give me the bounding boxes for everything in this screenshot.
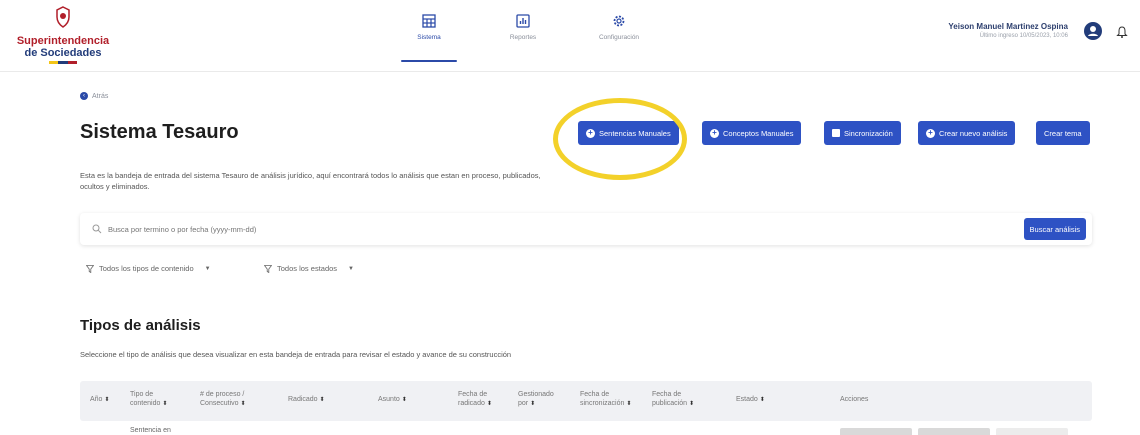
brand-line-1: Superintendencia xyxy=(16,35,110,47)
col-fecha-publicacion[interactable]: Fecha de publicación ⬍ xyxy=(652,390,694,409)
col-label: Año xyxy=(90,396,103,403)
bell-icon[interactable] xyxy=(1115,25,1129,39)
back-link[interactable]: ‹ Atrás xyxy=(80,92,108,100)
col-label: Gestionado xyxy=(518,391,554,398)
button-label: Crear tema xyxy=(1044,128,1082,138)
nav-label: Sistema xyxy=(417,34,441,41)
conceptos-manuales-button[interactable]: + Conceptos Manuales xyxy=(702,121,802,145)
col-anio[interactable]: Año ⬍ xyxy=(90,395,109,405)
col-label: Estado xyxy=(736,396,758,403)
button-label: Sentencias Manuales xyxy=(599,128,671,138)
col-estado[interactable]: Estado ⬍ xyxy=(736,395,765,405)
button-label: Conceptos Manuales xyxy=(723,128,794,138)
col-radicado[interactable]: Radicado ⬍ xyxy=(288,395,325,405)
search-bar: Buscar análisis xyxy=(80,213,1092,245)
col-label: Consecutivo xyxy=(200,400,239,407)
nav-configuracion[interactable]: Configuración xyxy=(584,14,654,41)
nav-sistema[interactable]: Sistema xyxy=(394,14,464,62)
crear-tema-button[interactable]: Crear tema xyxy=(1036,121,1090,145)
row-action-button[interactable] xyxy=(840,428,912,435)
section-title: Tipos de análisis xyxy=(80,317,201,334)
button-label: Sincronización xyxy=(844,128,893,138)
filter-label: Todos los tipos de contenido xyxy=(99,264,194,273)
filter-content-types[interactable]: Todos los tipos de contenido ▼ xyxy=(86,264,211,273)
sort-icon: ⬍ xyxy=(104,397,110,403)
col-fecha-radicado[interactable]: Fecha de radicado ⬍ xyxy=(458,390,492,409)
section-description: Seleccione el tipo de análisis que desea… xyxy=(80,350,512,359)
filter-icon xyxy=(86,264,94,273)
sort-icon: ⬍ xyxy=(486,401,492,407)
col-tipo[interactable]: Tipo de contenido ⬍ xyxy=(130,390,167,409)
col-gestionado[interactable]: Gestionado por ⬍ xyxy=(518,390,554,409)
col-label: contenido xyxy=(130,400,161,407)
col-label: Tipo de xyxy=(130,391,154,398)
sort-icon: ⬍ xyxy=(319,397,325,403)
back-arrow-icon: ‹ xyxy=(80,92,88,100)
buscar-analisis-button[interactable]: Buscar análisis xyxy=(1023,218,1086,240)
search-input[interactable] xyxy=(108,224,808,234)
filter-icon xyxy=(264,264,272,273)
row-action-button[interactable] xyxy=(996,428,1068,435)
sincronizacion-button[interactable]: Sincronización xyxy=(824,121,901,145)
col-label: Asunto xyxy=(378,396,400,403)
flag-stripe xyxy=(49,61,77,64)
sort-icon: ⬍ xyxy=(688,401,695,407)
crear-analisis-button[interactable]: + Crear nuevo análisis xyxy=(918,121,1016,145)
top-header: Superintendencia de Sociedades Sistema R… xyxy=(0,0,1140,72)
user-name: Yeison Manuel Martinez Ospina xyxy=(948,22,1068,31)
row-action-button[interactable] xyxy=(918,428,990,435)
filter-states[interactable]: Todos los estados ▼ xyxy=(264,264,354,273)
plus-icon: + xyxy=(586,128,595,138)
sort-icon: ⬍ xyxy=(162,401,168,407)
sort-icon: ⬍ xyxy=(530,401,536,407)
plus-icon: + xyxy=(926,128,935,138)
col-label: # de proceso / xyxy=(200,391,245,398)
gear-icon xyxy=(613,15,625,27)
col-acciones: Acciones xyxy=(840,395,868,404)
sort-icon: ⬍ xyxy=(759,397,765,403)
col-label: por xyxy=(518,400,529,407)
nav-label: Reportes xyxy=(509,34,537,41)
col-label: Fecha de xyxy=(580,391,610,398)
page-title: Sistema Tesauro xyxy=(80,121,239,143)
sort-icon: ⬍ xyxy=(626,401,632,407)
col-proceso[interactable]: # de proceso / Consecutivo ⬍ xyxy=(200,390,246,409)
col-label: Fecha de xyxy=(652,391,682,398)
col-asunto[interactable]: Asunto ⬍ xyxy=(378,395,407,405)
plus-icon: + xyxy=(710,128,719,138)
chevron-down-icon: ▼ xyxy=(204,265,211,272)
table-header: Año ⬍ Tipo de contenido ⬍ # de proceso / C… xyxy=(80,381,1092,421)
last-login: Último ingreso 10/05/2023, 10:06 xyxy=(979,33,1068,39)
search-icon xyxy=(92,224,102,234)
brand-line-2: de Sociedades xyxy=(24,47,102,59)
user-info: Yeison Manuel Martinez Ospina Último ing… xyxy=(948,22,1068,39)
col-label: Acciones xyxy=(840,396,869,403)
chevron-down-icon: ▼ xyxy=(348,265,354,272)
back-label: Atrás xyxy=(92,92,109,100)
seal-icon xyxy=(56,6,70,28)
nav-label: Configuración xyxy=(598,34,640,41)
avatar-icon[interactable] xyxy=(1084,22,1102,40)
chart-icon xyxy=(516,14,530,28)
sort-icon: ⬍ xyxy=(240,401,246,407)
col-label: sincronización xyxy=(580,400,625,407)
col-label: publicación xyxy=(652,400,688,407)
filter-label: Todos los estados xyxy=(277,264,338,273)
cell-tipo: Sentencia en xyxy=(130,427,171,434)
nav-reportes[interactable]: Reportes xyxy=(488,14,558,41)
table-row[interactable]: Sentencia en xyxy=(80,421,1092,435)
col-fecha-sincronizacion[interactable]: Fecha de sincronización ⬍ xyxy=(580,390,631,409)
page-description: Esta es la bandeja de entrada del sistem… xyxy=(80,171,541,191)
brand-logo[interactable]: Superintendencia de Sociedades xyxy=(8,6,118,64)
button-label: Crear nuevo análisis xyxy=(939,128,1008,138)
sort-icon: ⬍ xyxy=(401,397,407,403)
grid-icon xyxy=(422,14,436,28)
col-label: radicado xyxy=(458,400,485,407)
col-label: Radicado xyxy=(288,396,318,403)
sentencias-manuales-button[interactable]: + Sentencias Manuales xyxy=(578,121,679,145)
sync-icon xyxy=(832,129,840,137)
col-label: Fecha de xyxy=(458,391,488,398)
